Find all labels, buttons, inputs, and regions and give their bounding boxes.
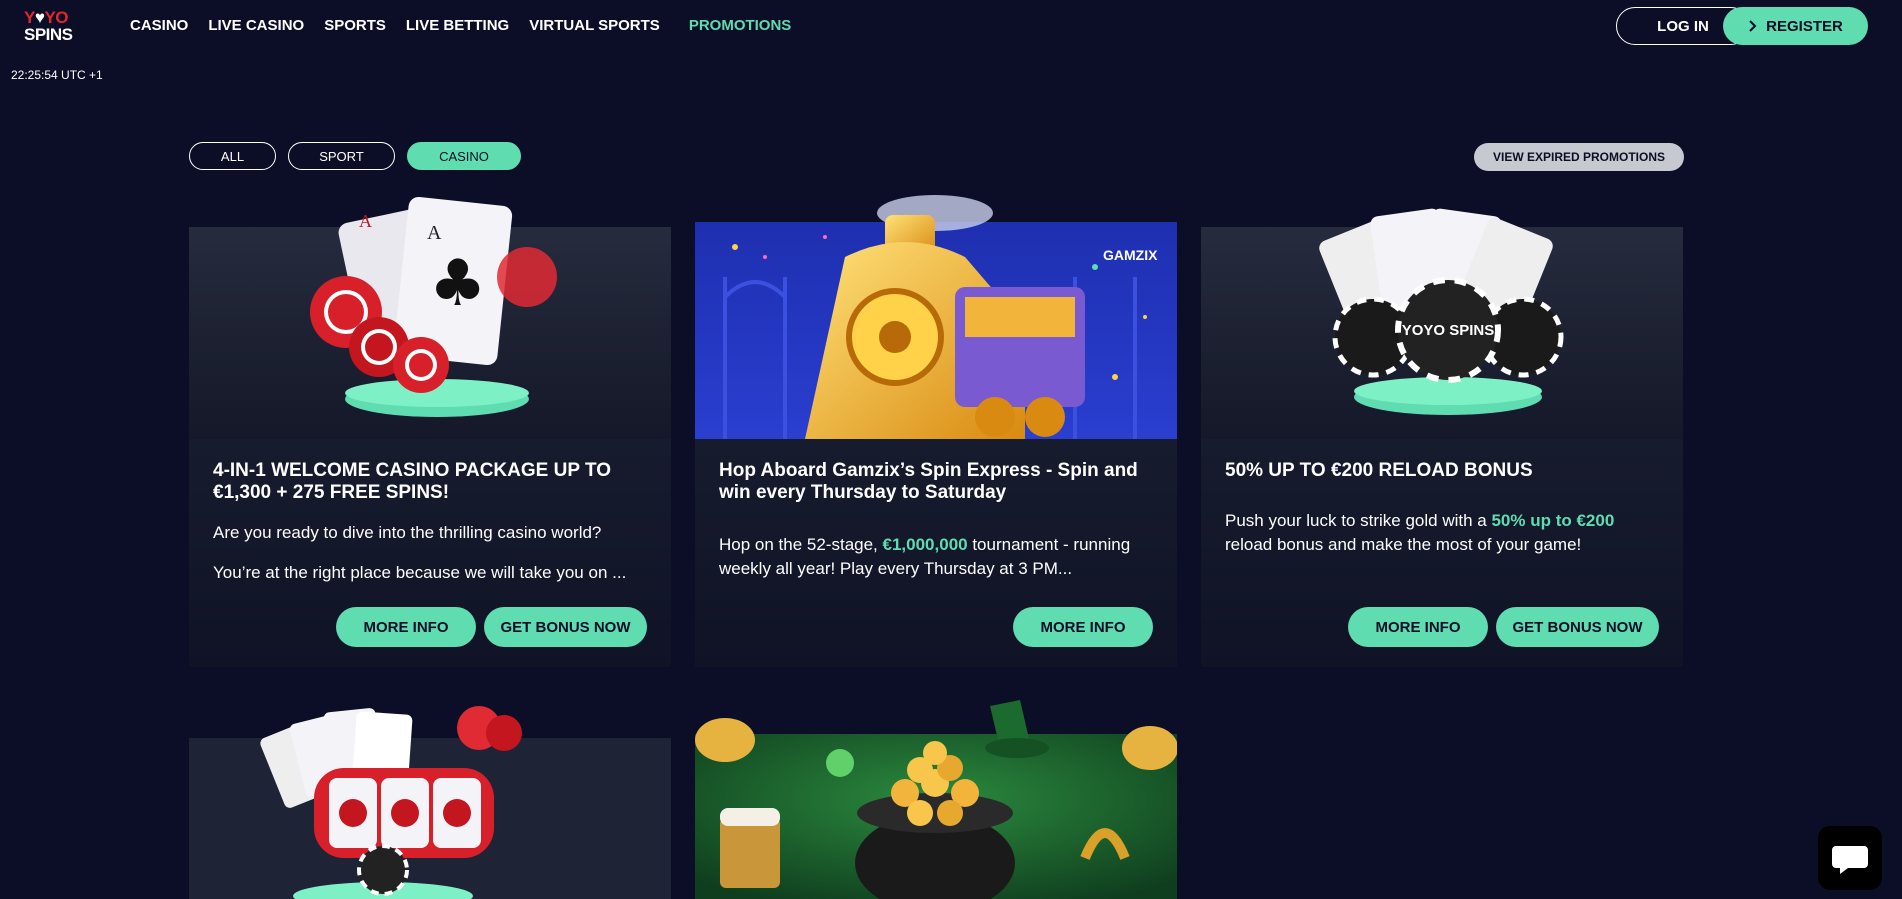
chevron-right-icon bbox=[1749, 20, 1757, 32]
svg-text:A: A bbox=[359, 211, 372, 231]
nav-live-casino[interactable]: LIVE CASINO bbox=[208, 17, 304, 34]
filter-all[interactable]: ALL bbox=[189, 142, 276, 170]
promo-card-welcome: A ♣ A 4-IN-1 WELCOME CASINO PACKAGE UP T… bbox=[189, 187, 671, 667]
register-button[interactable]: REGISTER bbox=[1723, 7, 1868, 45]
nav-virtual-sports[interactable]: VIRTUAL SPORTS bbox=[529, 17, 660, 34]
gamzix-badge: GAMZIX bbox=[1103, 247, 1158, 263]
filter-sport[interactable]: SPORT bbox=[288, 142, 395, 170]
promo-description-more: You’re at the right place because we wil… bbox=[213, 563, 627, 582]
train-image: GAMZIX bbox=[695, 195, 1177, 439]
svg-text:A: A bbox=[427, 222, 442, 244]
top-header: Y♥YO SPINS CASINO LIVE CASINO SPORTS LIV… bbox=[0, 0, 1902, 52]
more-info-button[interactable]: MORE INFO bbox=[336, 607, 476, 647]
filter-casino[interactable]: CASINO bbox=[407, 142, 521, 170]
yoyo-spins-logo[interactable]: Y♥YO SPINS bbox=[22, 9, 82, 45]
cards-and-black-chips-image: YOYO SPINS bbox=[1201, 208, 1683, 439]
clock-display: 22:25:54 UTC +1 bbox=[11, 68, 103, 82]
slot-machine-image bbox=[189, 706, 671, 899]
get-bonus-button[interactable]: GET BONUS NOW bbox=[1496, 607, 1659, 647]
promo-title: 4-IN-1 WELCOME CASINO PACKAGE UP TO €1,3… bbox=[213, 460, 611, 503]
chat-widget-button[interactable] bbox=[1818, 826, 1882, 890]
more-info-button[interactable]: MORE INFO bbox=[1013, 607, 1153, 647]
promo-card-pot-of-gold bbox=[695, 698, 1177, 899]
nav-live-betting[interactable]: LIVE BETTING bbox=[406, 17, 509, 34]
more-info-button[interactable]: MORE INFO bbox=[1348, 607, 1488, 647]
view-expired-promotions-button[interactable]: VIEW EXPIRED PROMOTIONS bbox=[1474, 143, 1684, 171]
promo-title: 50% UP TO €200 RELOAD BONUS bbox=[1225, 460, 1533, 481]
chip-logo-text: YOYO SPINS bbox=[1402, 322, 1495, 339]
nav-casino[interactable]: CASINO bbox=[130, 17, 188, 34]
promo-description: Push your luck to strike gold with a 50%… bbox=[1225, 511, 1615, 554]
promo-card-spin-express: GAMZIX Hop Aboard Gamzix’s Spin Express … bbox=[695, 187, 1177, 667]
promo-description: Hop on the 52-stage, €1,000,000 tourname… bbox=[719, 535, 1131, 578]
nav-sports[interactable]: SPORTS bbox=[324, 17, 386, 34]
promo-card-reload: YOYO SPINS 50% UP TO €200 RELOAD BONUS P… bbox=[1201, 187, 1683, 667]
promo-title: Hop Aboard Gamzix’s Spin Express - Spin … bbox=[719, 460, 1138, 503]
nav-promotions[interactable]: PROMOTIONS bbox=[689, 17, 792, 34]
chat-bubble-icon bbox=[1832, 846, 1868, 874]
promo-description: Are you ready to dive into the thrilling… bbox=[213, 523, 602, 542]
svg-text:♣: ♣ bbox=[429, 247, 486, 321]
main-nav: CASINO LIVE CASINO SPORTS LIVE BETTING V… bbox=[130, 17, 811, 34]
promo-card-slots bbox=[189, 698, 671, 899]
pot-of-gold-image bbox=[695, 700, 1177, 899]
get-bonus-button[interactable]: GET BONUS NOW bbox=[484, 607, 647, 647]
cards-and-chips-image: A ♣ A bbox=[189, 196, 671, 439]
